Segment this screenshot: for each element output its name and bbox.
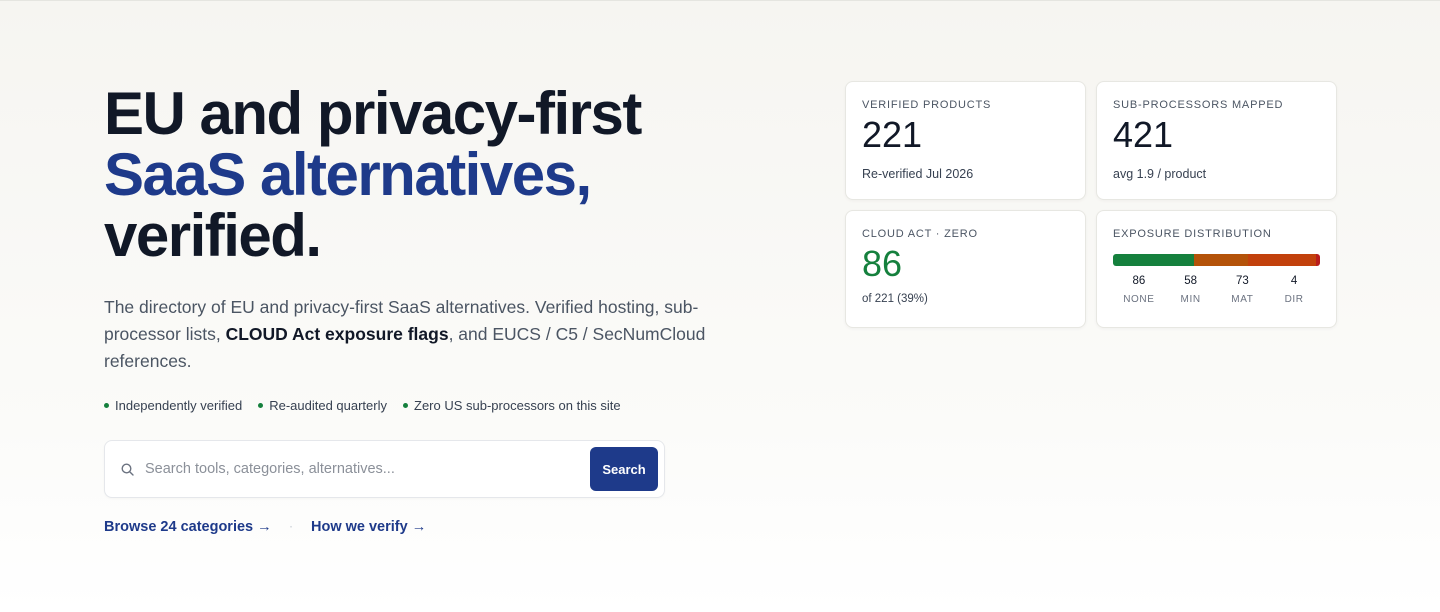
hero-links: Browse 24 categories → · How we verify →: [104, 519, 764, 535]
status-dot-icon: [403, 403, 408, 408]
exposure-segment-mat: [1247, 254, 1317, 266]
exposure-count: 58: [1184, 275, 1198, 287]
stat-subtext: Re-verified Jul 2026: [862, 167, 974, 181]
stat-label: SUB-PROCESSORS MAPPED: [1113, 99, 1284, 111]
stat-subtext: of 221 (39%): [862, 293, 928, 305]
browse-categories-link[interactable]: Browse 24 categories →: [104, 519, 272, 535]
how-we-verify-link[interactable]: How we verify →: [311, 519, 426, 535]
exposure-count: 86: [1132, 275, 1146, 287]
stat-value: 421: [1113, 114, 1174, 155]
stats-grid: VERIFIED PRODUCTS 221 Re-verified Jul 20…: [845, 81, 1337, 328]
stat-card-sub-processors: SUB-PROCESSORS MAPPED 421 avg 1.9 / prod…: [1096, 81, 1337, 200]
exposure-label: NONE: [1123, 294, 1155, 305]
hero-description: The directory of EU and privacy-first Sa…: [104, 294, 734, 375]
stat-subtext: avg 1.9 / product: [1113, 167, 1207, 181]
stat-label: EXPOSURE DISTRIBUTION: [1113, 228, 1272, 240]
badge-label: Zero US sub-processors on this site: [414, 398, 621, 413]
exposure-count: 4: [1290, 275, 1298, 287]
search-icon: [121, 462, 135, 476]
exposure-segment-min: [1193, 254, 1248, 266]
trust-badges: Independently verified Re-audited quarte…: [104, 398, 764, 413]
headline-line-3: verified.: [104, 202, 322, 269]
stat-card-cloud-act: CLOUD ACT · ZERO 86 of 221 (39%): [845, 210, 1086, 328]
stat-label: VERIFIED PRODUCTS: [862, 99, 992, 111]
link-separator: ·: [289, 521, 293, 533]
hero-headline: EU and privacy-first SaaS alternatives, …: [104, 83, 764, 266]
exposure-label: MAT: [1231, 294, 1254, 305]
exposure-label: MIN: [1180, 294, 1201, 305]
badge-zero-us: Zero US sub-processors on this site: [403, 398, 621, 413]
exposure-legend-item-min: 58 MIN: [1165, 275, 1217, 305]
stat-card-verified-products: VERIFIED PRODUCTS 221 Re-verified Jul 20…: [845, 81, 1086, 200]
status-dot-icon: [104, 403, 109, 408]
stat-value: 86: [862, 243, 903, 284]
badge-label: Independently verified: [115, 398, 243, 413]
exposure-legend-item-dir: 4 DIR: [1268, 275, 1320, 305]
hero-section: EU and privacy-first SaaS alternatives, …: [104, 83, 764, 535]
stat-value: 221: [862, 114, 923, 155]
exposure-label: DIR: [1284, 294, 1304, 305]
exposure-segment-none: [1113, 254, 1194, 266]
exposure-legend: 86 NONE 58 MIN 73 MAT 4 DIR: [1113, 275, 1320, 305]
badge-re-audited: Re-audited quarterly: [258, 398, 387, 413]
badge-label: Re-audited quarterly: [269, 398, 387, 413]
exposure-segment-dir: [1316, 254, 1320, 266]
exposure-legend-item-none: 86 NONE: [1113, 275, 1165, 305]
search-bar: Search: [104, 440, 665, 498]
search-button[interactable]: Search: [590, 447, 658, 491]
status-dot-icon: [258, 403, 264, 408]
badge-independently-verified: Independently verified: [104, 398, 242, 413]
headline-line-2: SaaS alternatives,: [104, 141, 592, 208]
exposure-count: 73: [1235, 275, 1249, 287]
exposure-distribution-bar: [1113, 254, 1320, 266]
stat-label: CLOUD ACT · ZERO: [862, 228, 978, 240]
search-input[interactable]: [145, 461, 590, 477]
exposure-legend-item-mat: 73 MAT: [1217, 275, 1269, 305]
description-highlight: CLOUD Act exposure flags: [225, 324, 449, 344]
headline-line-1: EU and privacy-first: [104, 80, 642, 147]
stat-card-exposure-distribution: EXPOSURE DISTRIBUTION 86 NONE 58 MIN 73 MAT 4 D…: [1096, 210, 1337, 328]
